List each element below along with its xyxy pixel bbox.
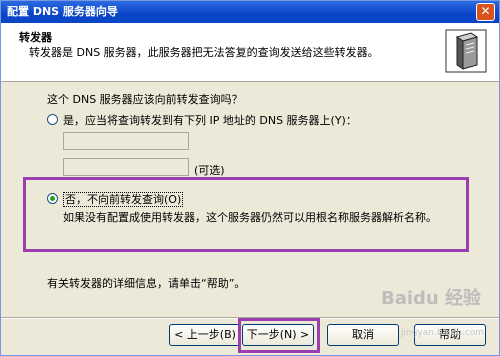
watermark-url: jingyan.baidu.com [401,328,485,338]
next-button-highlight [238,318,320,353]
cancel-button[interactable]: 取消 [327,324,399,346]
server-icon [445,29,487,73]
ip-address-field-1[interactable] [63,132,189,150]
optional-label: (可选) [194,164,225,177]
forward-no-label[interactable]: 否，不向前转发查询(O) [63,191,184,207]
help-hint: 有关转发器的详细信息，请单击“帮助”。 [47,277,246,290]
forward-no-description: 如果没有配置成使用转发器，这个服务器仍然可以用根名称服务器解析名称。 [63,211,437,224]
close-button[interactable]: ✕ [476,3,495,21]
forward-no-text: 否，不向前转发查询(O) [63,192,184,207]
title-bar[interactable]: 配置 DNS 服务器向导 ✕ [1,1,499,23]
forward-no-radio[interactable] [47,193,58,204]
wizard-window: 配置 DNS 服务器向导 ✕ 转发器 转发器是 DNS 服务器，此服务器把无法答… [0,0,500,356]
back-button[interactable]: < 上一步(B) [169,324,241,346]
question-label: 这个 DNS 服务器应该向前转发查询吗？ [47,93,243,106]
wizard-body: 这个 DNS 服务器应该向前转发查询吗？ 是，应当将查询转发到有下列 IP 地址… [1,82,499,317]
page-subtitle: 转发器是 DNS 服务器，此服务器把无法答复的查询发送给这些转发器。 [29,46,379,59]
page-title: 转发器 [19,31,52,44]
forward-yes-label[interactable]: 是，应当将查询转发到有下列 IP 地址的 DNS 服务器上(Y)： [63,112,357,128]
wizard-header: 转发器 转发器是 DNS 服务器，此服务器把无法答复的查询发送给这些转发器。 [1,23,499,82]
ip-address-field-2[interactable] [63,158,189,176]
watermark-logo: Baidu 经验 [381,288,482,309]
window-title: 配置 DNS 服务器向导 [7,5,118,18]
forward-yes-radio[interactable] [47,114,58,125]
